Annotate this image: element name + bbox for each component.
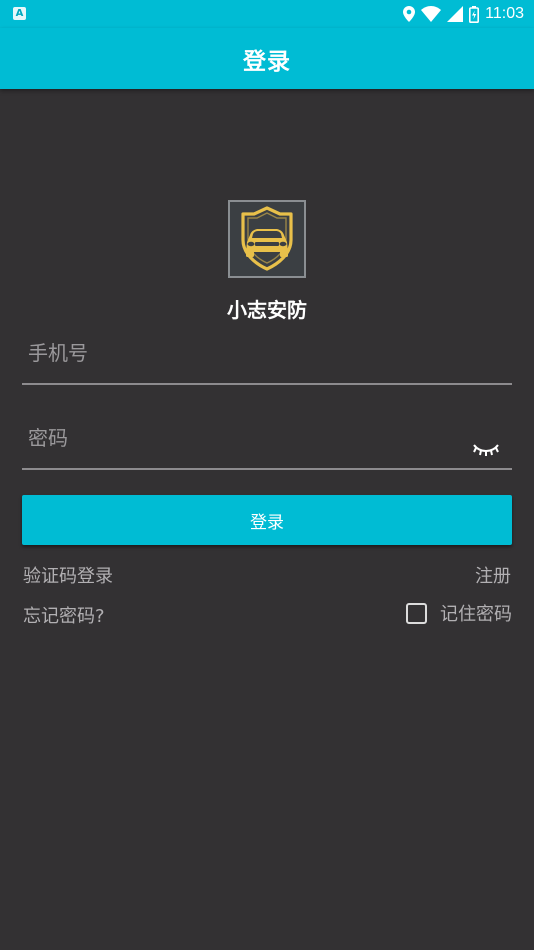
remember-password-checkbox[interactable] [406, 602, 427, 624]
notification-icon: A [13, 7, 26, 20]
battery-icon [469, 5, 480, 23]
eye-closed-icon[interactable] [472, 441, 500, 457]
remember-password-label: 记住密码 [440, 604, 512, 625]
phone-field [22, 333, 512, 386]
phone-input[interactable] [28, 333, 448, 373]
password-field [22, 418, 512, 471]
app-name: 小志安防 [227, 298, 307, 322]
phone-underline [22, 383, 512, 385]
status-icons: 11:03 [403, 4, 524, 24]
app-bar: 登录 [0, 28, 534, 89]
car-shield-icon [230, 202, 304, 276]
status-time: 11:03 [485, 5, 524, 22]
cell-signal-icon [447, 6, 464, 22]
password-input[interactable] [28, 418, 448, 458]
register-link[interactable]: 注册 [475, 562, 511, 588]
wifi-icon [421, 6, 442, 22]
page-title: 登录 [243, 48, 291, 75]
app-logo [228, 200, 306, 278]
remember-password-toggle[interactable]: 记住密码 [406, 601, 512, 625]
location-icon [403, 6, 416, 22]
status-bar: A 11:03 [0, 0, 534, 28]
login-button[interactable]: 登录 [22, 495, 512, 545]
forgot-password-link[interactable]: 忘记密码? [23, 602, 105, 628]
sms-login-link[interactable]: 验证码登录 [23, 562, 113, 588]
password-underline [22, 468, 512, 470]
